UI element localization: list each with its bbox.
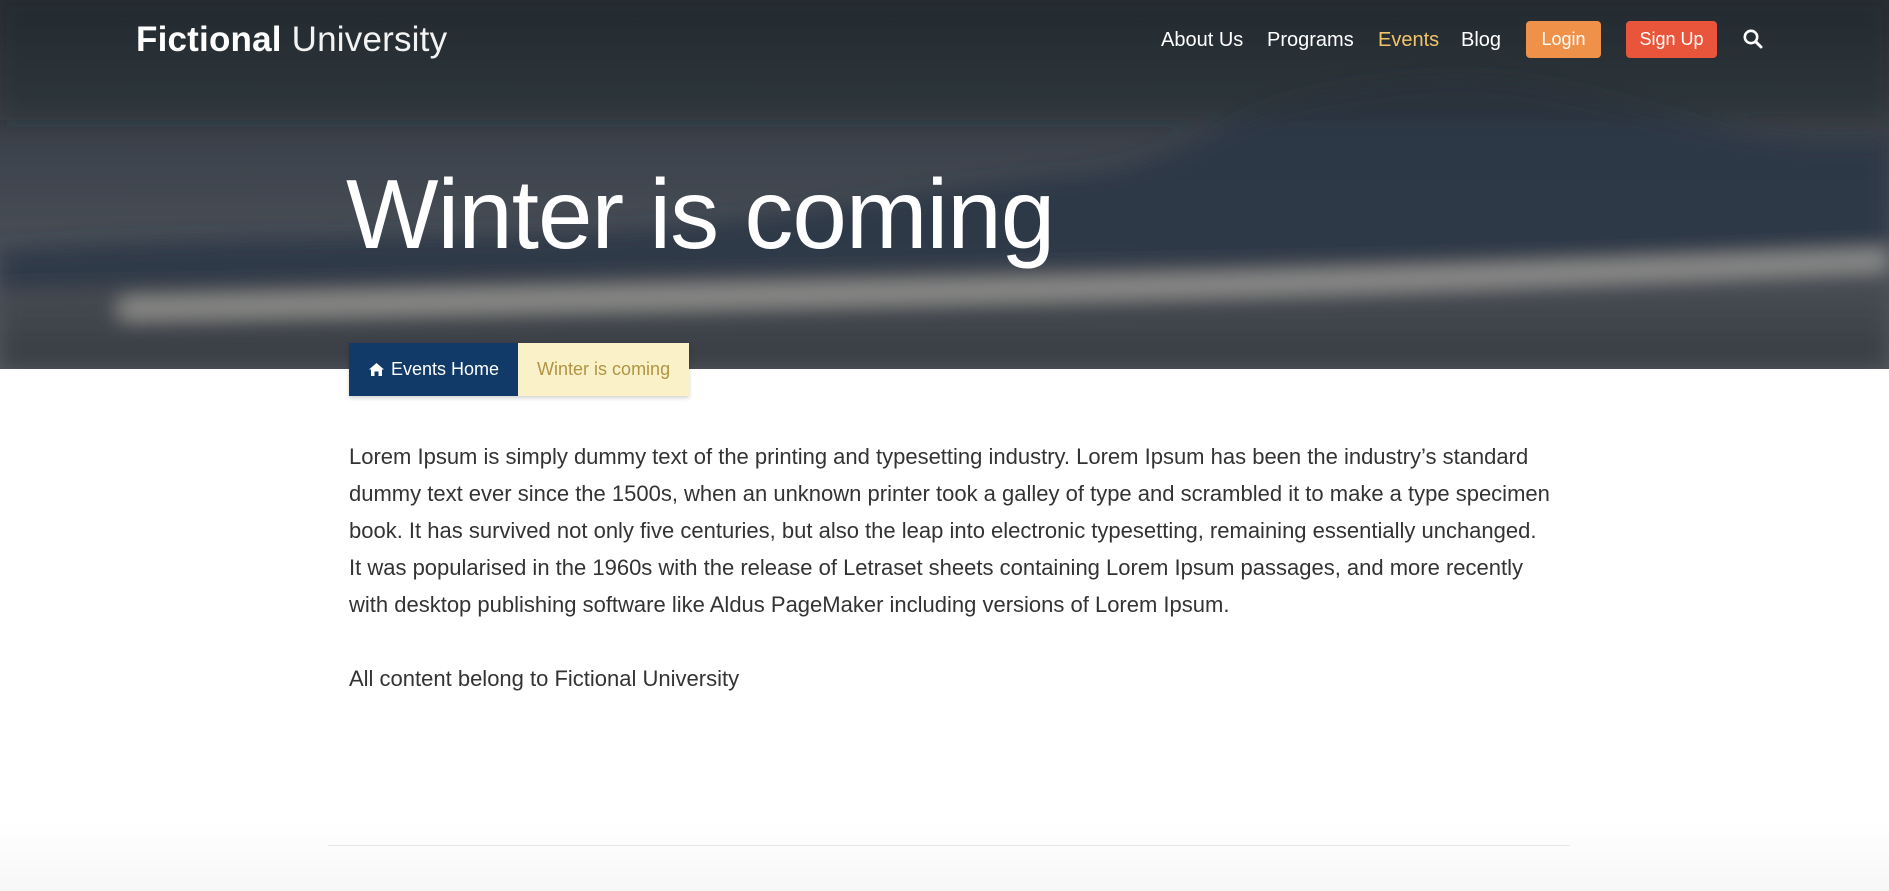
logo-strong-text: Fictional	[136, 20, 282, 59]
hero-banner: Fictional University About Us Programs E…	[0, 0, 1889, 369]
site-logo[interactable]: Fictional University	[136, 20, 447, 60]
sign-up-button[interactable]: Sign Up	[1626, 21, 1717, 58]
nav-events[interactable]: Events	[1378, 29, 1439, 52]
content-footer-note: All content belong to Fictional Universi…	[349, 666, 740, 691]
nav-blog[interactable]: Blog	[1461, 29, 1501, 52]
breadcrumb-home-label: Events Home	[391, 359, 500, 379]
page-title: Winter is coming	[346, 159, 1055, 269]
page-footer-area	[0, 820, 1889, 891]
login-button[interactable]: Login	[1526, 21, 1601, 58]
main-content: Lorem Ipsum is simply dummy text of the …	[349, 438, 1554, 734]
home-icon	[368, 362, 385, 377]
footer-divider	[328, 845, 1570, 846]
breadcrumb-events-home[interactable]: Events Home	[349, 343, 519, 396]
breadcrumb-current: Winter is coming	[518, 343, 690, 396]
nav-about-us[interactable]: About Us	[1161, 29, 1243, 52]
logo-light-text: University	[281, 20, 448, 59]
event-description: Lorem Ipsum is simply dummy text of the …	[349, 444, 1550, 617]
search-icon[interactable]	[1742, 28, 1764, 50]
nav-programs[interactable]: Programs	[1267, 29, 1354, 52]
breadcrumb: Events Home Winter is coming	[349, 343, 690, 396]
site-header: Fictional University About Us Programs E…	[0, 0, 1889, 80]
